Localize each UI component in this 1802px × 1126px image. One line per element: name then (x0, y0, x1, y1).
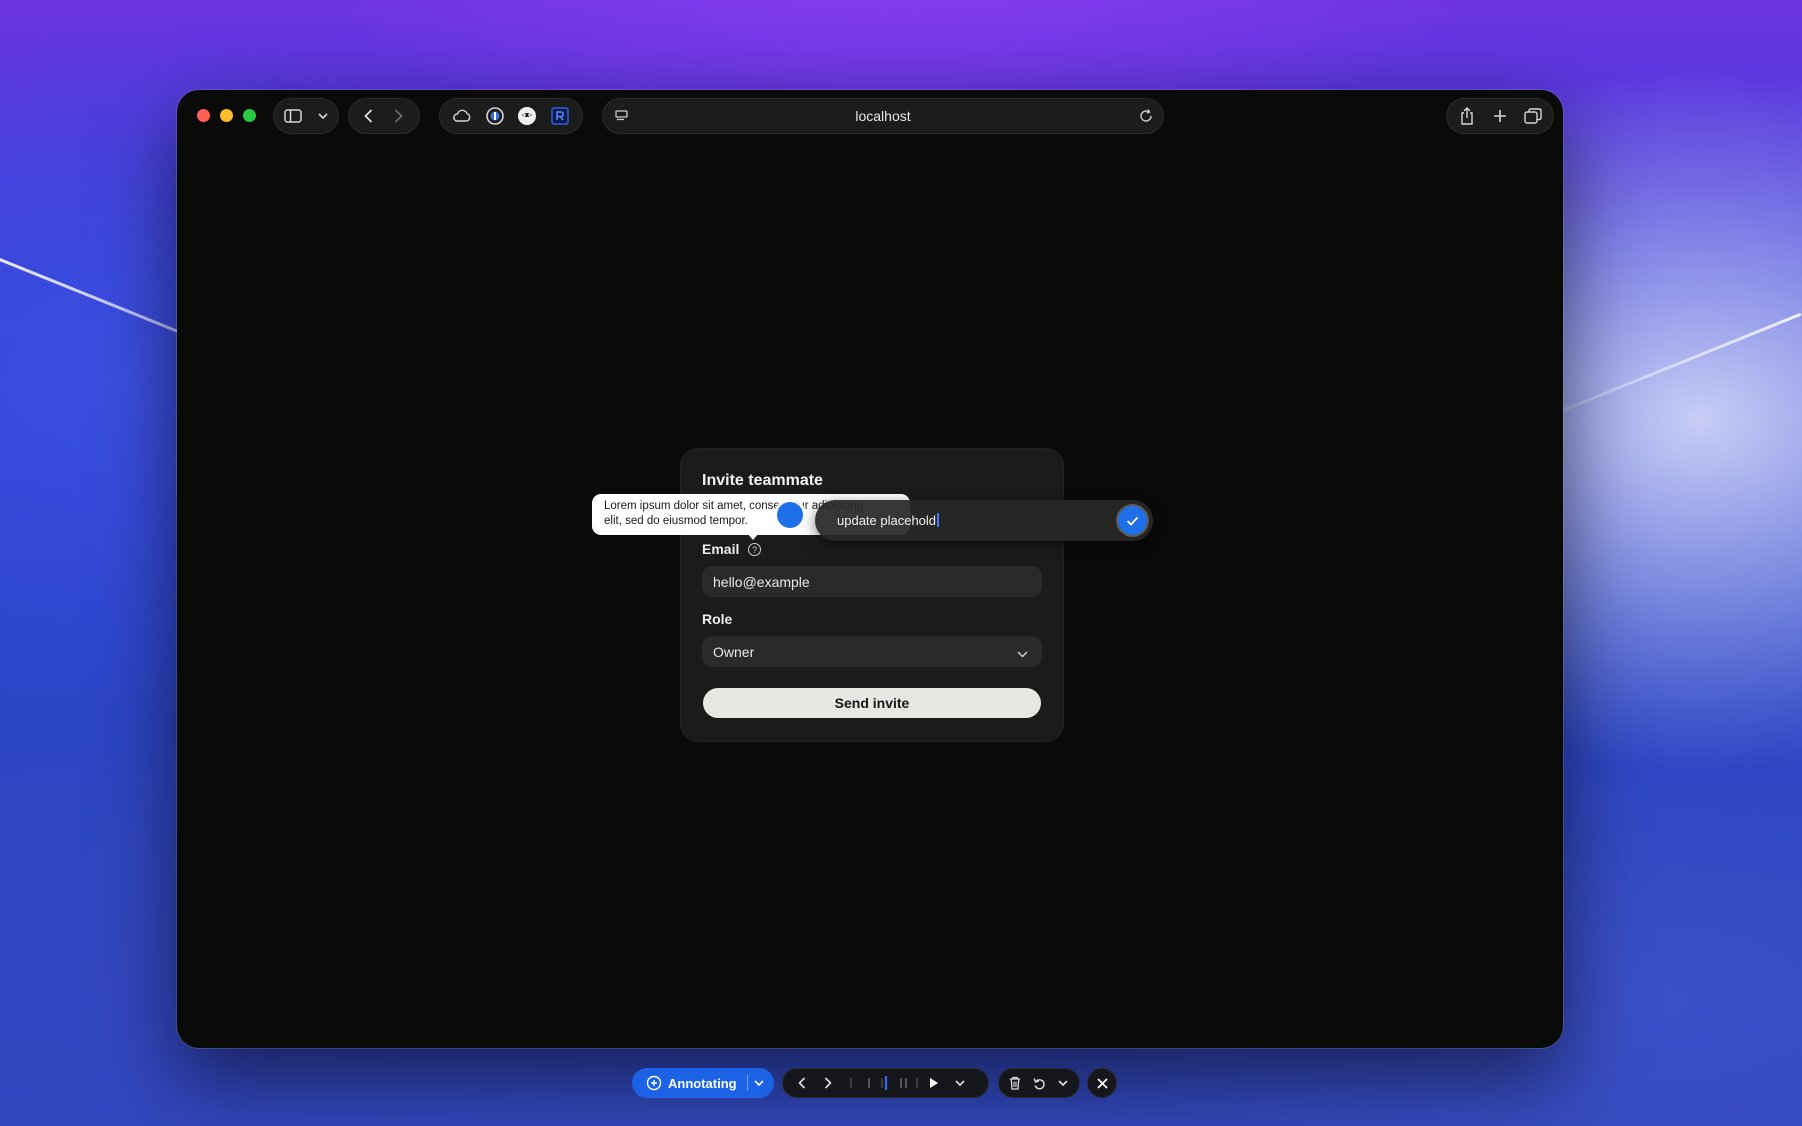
close-annotations-button[interactable] (1087, 1068, 1117, 1098)
password-extension-icon[interactable] (480, 101, 510, 131)
add-annotation-icon (646, 1075, 662, 1091)
checkmark-icon (1126, 516, 1139, 526)
tab-overview-icon[interactable] (1518, 101, 1548, 131)
play-icon[interactable] (921, 1070, 947, 1096)
sidebar-toggle-icon[interactable] (278, 101, 308, 131)
share-icon[interactable] (1452, 101, 1482, 131)
r-extension-icon[interactable] (545, 101, 575, 131)
trash-icon[interactable] (1003, 1070, 1027, 1096)
confirm-annotation-button[interactable] (1118, 506, 1147, 535)
browser-toolbar: localhost (177, 90, 1563, 142)
chevron-down-icon (1017, 645, 1028, 661)
history-controls (348, 98, 420, 134)
help-icon[interactable]: ? (748, 543, 761, 556)
annotation-marker-icon[interactable] (777, 502, 803, 528)
forward-icon[interactable] (383, 101, 413, 131)
extensions-bar (439, 98, 583, 134)
reload-icon[interactable] (1131, 101, 1161, 131)
annotation-comment-value: update placehold (837, 513, 937, 528)
wallpaper-streak (0, 250, 185, 336)
zoom-window-button[interactable] (243, 109, 256, 122)
text-caret (937, 513, 940, 527)
previous-annotation-icon[interactable] (789, 1070, 815, 1096)
undo-icon[interactable] (1027, 1070, 1051, 1096)
browser-window: localhost Invite teammate Email ? hello@… (177, 90, 1563, 1048)
address-text: localhost (855, 108, 911, 124)
back-icon[interactable] (353, 101, 383, 131)
cloud-icon[interactable] (447, 101, 477, 131)
divider (746, 1075, 748, 1091)
chevron-down-icon[interactable] (754, 1080, 764, 1086)
chevron-down-icon[interactable] (1051, 1070, 1075, 1096)
tooltip-tail (747, 533, 759, 540)
chevron-down-icon[interactable] (308, 101, 338, 131)
traffic-lights (197, 109, 256, 122)
card-title: Invite teammate (702, 472, 823, 489)
new-tab-icon[interactable] (1485, 101, 1515, 131)
email-field[interactable]: hello@example (702, 566, 1042, 597)
wallpaper-streak (1559, 312, 1802, 413)
sidebar-controls (273, 98, 339, 134)
next-annotation-icon[interactable] (815, 1070, 841, 1096)
annotation-timeline[interactable] (845, 1073, 921, 1093)
role-selected-value: Owner (713, 644, 755, 660)
annotation-comment-text: update placehold (837, 513, 940, 528)
invite-card: Invite teammate Email ? hello@example Ro… (680, 448, 1064, 742)
send-invite-button[interactable]: Send invite (703, 688, 1041, 718)
privacy-extension-icon[interactable] (512, 101, 542, 131)
role-label: Role (702, 611, 733, 627)
chevron-down-icon[interactable] (947, 1070, 973, 1096)
minimize-window-button[interactable] (220, 109, 233, 122)
email-label: Email (702, 541, 740, 557)
annotation-actions-bar (998, 1068, 1080, 1098)
role-select[interactable]: Owner (702, 636, 1042, 667)
close-icon (1096, 1077, 1108, 1089)
address-bar[interactable]: localhost (602, 98, 1164, 134)
annotation-comment-input[interactable]: update placehold (815, 500, 1153, 541)
close-window-button[interactable] (197, 109, 210, 122)
annotation-navigation-bar (782, 1068, 989, 1098)
annotating-label: Annotating (668, 1075, 737, 1091)
window-actions (1446, 98, 1554, 134)
annotating-mode-button[interactable]: Annotating (632, 1068, 774, 1098)
